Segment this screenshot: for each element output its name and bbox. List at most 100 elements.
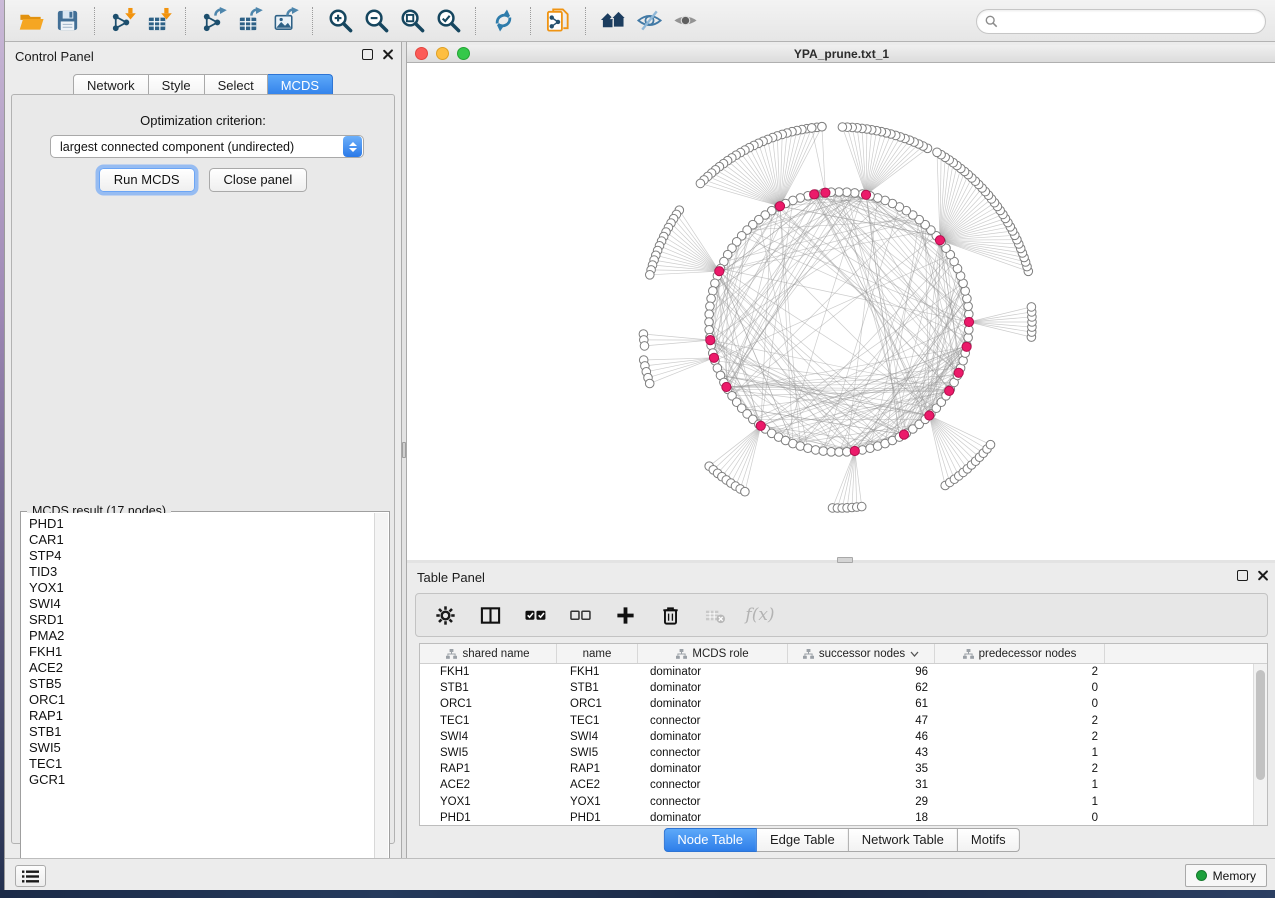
table-cell: dominator [638, 731, 788, 743]
zoom-fit-button[interactable] [394, 4, 430, 38]
table-panel: Table Panel f(x) shared namenameMCDS rol… [407, 563, 1275, 858]
deselect-all-columns-icon [570, 605, 591, 626]
table-cell: 61 [788, 698, 935, 710]
show-column-panel-button[interactable] [477, 602, 503, 628]
table-cell: connector [638, 779, 788, 791]
table-cell: ACE2 [420, 779, 557, 791]
table-toolbar: f(x) [415, 593, 1268, 637]
mcds-result-item: PHD1 [29, 516, 374, 532]
toolbar-separator [94, 7, 95, 35]
clone-network-button[interactable] [540, 4, 576, 38]
delete-column-button[interactable] [657, 602, 683, 628]
zoom-selected-button[interactable] [430, 4, 466, 38]
vertical-splitter-handle[interactable] [402, 442, 406, 458]
table-cell: TEC1 [557, 715, 638, 727]
table-row[interactable]: SWI5SWI5connector431 [420, 745, 1253, 761]
mcds-result-scrollbar[interactable] [374, 513, 388, 882]
table-scrollbar-thumb[interactable] [1256, 670, 1265, 780]
optimization-criterion-label: Optimization criterion: [12, 113, 394, 128]
table-row[interactable]: SWI4SWI4dominator462 [420, 729, 1253, 745]
select-all-columns-button[interactable] [522, 602, 548, 628]
table-row[interactable]: RAP1RAP1dominator352 [420, 761, 1253, 777]
table-cell: FKH1 [420, 666, 557, 678]
table-cell: RAP1 [557, 763, 638, 775]
table-cell: ORC1 [420, 698, 557, 710]
desktop-wallpaper-bottom [0, 890, 1275, 898]
table-row[interactable]: FKH1FKH1dominator962 [420, 664, 1253, 680]
select-all-columns-icon [525, 605, 546, 626]
table-cell: SWI4 [420, 731, 557, 743]
table-row[interactable]: STB1STB1dominator620 [420, 680, 1253, 696]
open-session-button[interactable] [13, 4, 49, 38]
mcds-result-item: YOX1 [29, 580, 374, 596]
table-cell: TEC1 [420, 715, 557, 727]
window-maximize-button[interactable] [457, 47, 470, 60]
search-input[interactable] [1003, 15, 1257, 29]
table-cell: connector [638, 796, 788, 808]
show-graphics-details-disabled-button[interactable] [667, 4, 703, 38]
tab-motifs[interactable]: Motifs [958, 828, 1020, 852]
table-cell: 43 [788, 747, 935, 759]
window-close-button[interactable] [415, 47, 428, 60]
zoom-out-button[interactable] [358, 4, 394, 38]
table-row[interactable]: PHD1PHD1dominator180 [420, 810, 1253, 825]
zoom-in-button[interactable] [322, 4, 358, 38]
network-window-title: YPA_prune.txt_1 [407, 47, 1275, 61]
run-mcds-button[interactable]: Run MCDS [99, 168, 195, 192]
float-panel-icon[interactable] [362, 49, 373, 60]
memory-button[interactable]: Memory [1185, 864, 1267, 887]
table-cell: PHD1 [557, 812, 638, 824]
close-table-panel-icon[interactable] [1257, 570, 1268, 581]
import-network-icon [109, 7, 136, 34]
network-overview-button[interactable] [595, 4, 631, 38]
mcds-result-list[interactable]: PHD1CAR1STP4TID3YOX1SWI4SRD1PMA2FKH1ACE2… [22, 513, 374, 882]
mcds-result-item: ACE2 [29, 660, 374, 676]
export-table-button[interactable] [231, 4, 267, 38]
window-minimize-button[interactable] [436, 47, 449, 60]
optimization-criterion-select[interactable]: largest connected component (undirected) [50, 135, 364, 158]
column-header-shared-name[interactable]: shared name [420, 644, 557, 663]
table-cell: 1 [935, 779, 1105, 791]
toolbar-separator [185, 7, 186, 35]
node-table: shared namenameMCDS rolesuccessor nodesp… [419, 643, 1268, 826]
export-image-button[interactable] [267, 4, 303, 38]
table-cell: 96 [788, 666, 935, 678]
close-panel-icon[interactable] [382, 49, 393, 60]
float-table-panel-icon[interactable] [1237, 570, 1248, 581]
tab-network-table[interactable]: Network Table [849, 828, 958, 852]
table-cell: 1 [935, 747, 1105, 759]
toggle-graphics-details-button[interactable] [631, 4, 667, 38]
function-icon: f(x) [745, 605, 774, 625]
table-cell: RAP1 [420, 763, 557, 775]
table-row[interactable]: YOX1YOX1connector291 [420, 794, 1253, 810]
table-row[interactable]: TEC1TEC1connector472 [420, 713, 1253, 729]
table-settings-gear-icon [435, 605, 456, 626]
close-panel-button[interactable]: Close panel [209, 168, 308, 192]
mcds-result-item: STB1 [29, 724, 374, 740]
import-network-button[interactable] [104, 4, 140, 38]
search-field[interactable] [976, 9, 1266, 34]
table-cell: SWI5 [420, 747, 557, 759]
column-header-predecessor-nodes[interactable]: predecessor nodes [935, 644, 1105, 663]
refresh-button[interactable] [485, 4, 521, 38]
table-row[interactable]: ORC1ORC1dominator610 [420, 696, 1253, 712]
tab-edge-table[interactable]: Edge Table [757, 828, 849, 852]
network-window-titlebar: YPA_prune.txt_1 [407, 45, 1275, 63]
export-table-icon [236, 7, 263, 34]
column-header-successor-nodes[interactable]: successor nodes [788, 644, 935, 663]
table-row[interactable]: ACE2ACE2connector311 [420, 777, 1253, 793]
deselect-all-columns-button[interactable] [567, 602, 593, 628]
tab-node-table[interactable]: Node Table [663, 828, 757, 852]
column-header-name[interactable]: name [557, 644, 638, 663]
export-network-button[interactable] [195, 4, 231, 38]
network-canvas[interactable] [407, 63, 1275, 560]
add-column-button[interactable] [612, 602, 638, 628]
table-scrollbar[interactable] [1253, 664, 1267, 825]
column-header-MCDS-role[interactable]: MCDS role [638, 644, 788, 663]
import-table-button[interactable] [140, 4, 176, 38]
show-panels-menu-button[interactable] [15, 865, 46, 887]
network-graph[interactable] [407, 63, 1275, 560]
save-session-button[interactable] [49, 4, 85, 38]
table-settings-gear-button[interactable] [432, 602, 458, 628]
table-cell: PHD1 [420, 812, 557, 824]
